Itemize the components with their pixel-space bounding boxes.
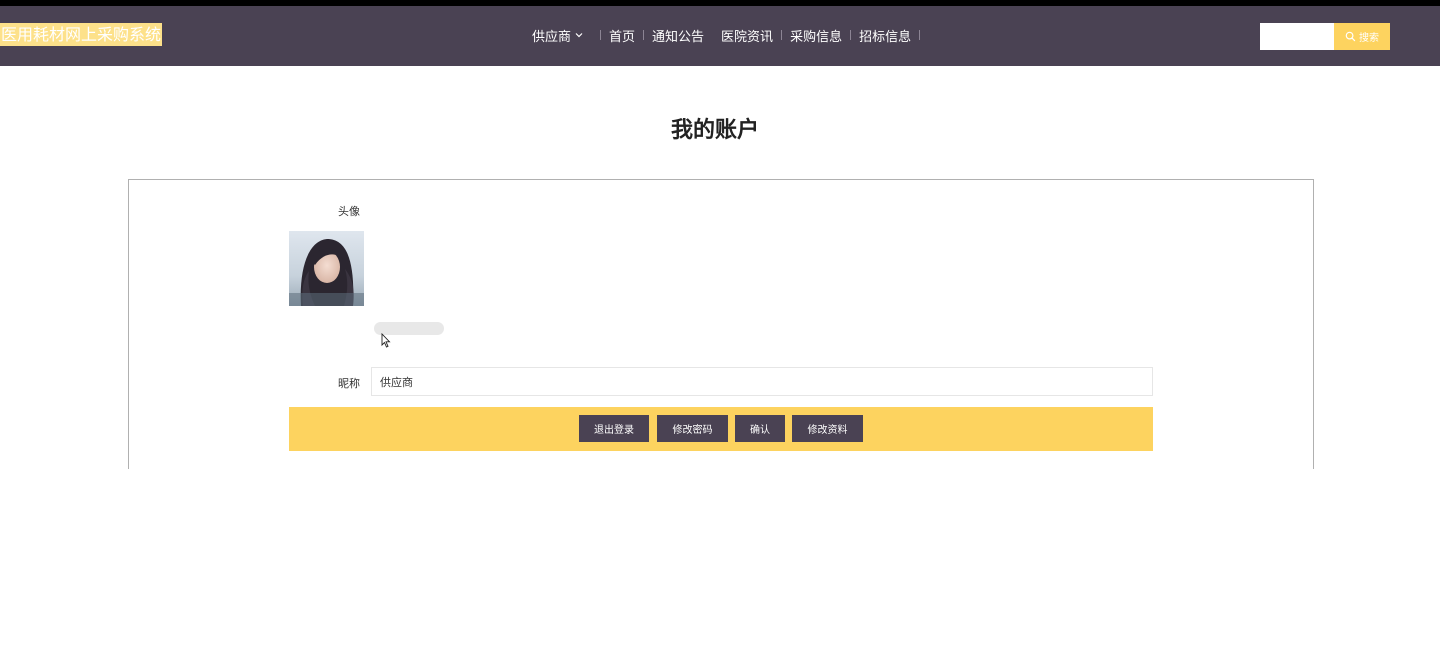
search-input[interactable]: [1260, 23, 1334, 50]
nav-divider: [643, 30, 645, 40]
nav-divider: [781, 30, 783, 40]
account-panel: 头像 昵称 供应商 退出登录 修改密码 确认 修改资料: [128, 179, 1314, 469]
mouse-cursor-icon: [381, 333, 391, 348]
nav-divider: [600, 30, 602, 40]
confirm-button[interactable]: 确认: [735, 415, 785, 442]
logout-button[interactable]: 退出登录: [579, 415, 649, 442]
site-brand[interactable]: 医用耗材网上采购系统: [0, 23, 163, 46]
nav-item-label: 医院资讯: [721, 29, 774, 45]
nav-item-label: 通知公告: [652, 29, 705, 45]
nav-item-label: 招标信息: [859, 29, 912, 45]
avatar-photo: [289, 231, 364, 306]
main-nav: 供应商 首页 通知公告 医院资讯 采购信息 招标信息: [532, 25, 928, 45]
search-button[interactable]: 搜索: [1334, 23, 1390, 50]
avatar: [289, 231, 364, 306]
nav-item-purchase-info[interactable]: 采购信息: [790, 26, 842, 45]
nav-item-label: 供应商: [532, 29, 572, 45]
nav-divider: [850, 30, 852, 40]
nav-item-tender-info[interactable]: 招标信息: [859, 26, 911, 45]
page-title: 我的账户: [670, 118, 759, 143]
nickname-field[interactable]: [371, 367, 1153, 396]
avatar-label: 头像: [338, 205, 360, 218]
nav-item-label: 采购信息: [790, 29, 843, 45]
nav-item-notices[interactable]: 通知公告: [652, 26, 704, 45]
nickname-label: 昵称: [338, 377, 360, 390]
nav-item-label: 首页: [609, 29, 636, 45]
edit-profile-button[interactable]: 修改资料: [792, 415, 863, 442]
search-button-label: 搜索: [1359, 33, 1379, 44]
nav-item-home[interactable]: 首页: [609, 26, 635, 45]
nav-divider: [919, 30, 921, 40]
action-bar: 退出登录 修改密码 确认 修改资料: [289, 407, 1153, 451]
nav-divider: [712, 30, 713, 40]
chevron-down-icon: [575, 33, 583, 38]
change-password-button[interactable]: 修改密码: [657, 415, 728, 442]
nav-item-supplier[interactable]: 供应商: [532, 26, 584, 45]
nav-item-hospital-news[interactable]: 医院资讯: [721, 26, 773, 45]
search-icon: [1345, 31, 1356, 42]
navbar: 医用耗材网上采购系统 供应商 首页 通知公告 医院资讯 采购信息 招标信息 搜索: [0, 6, 1440, 66]
